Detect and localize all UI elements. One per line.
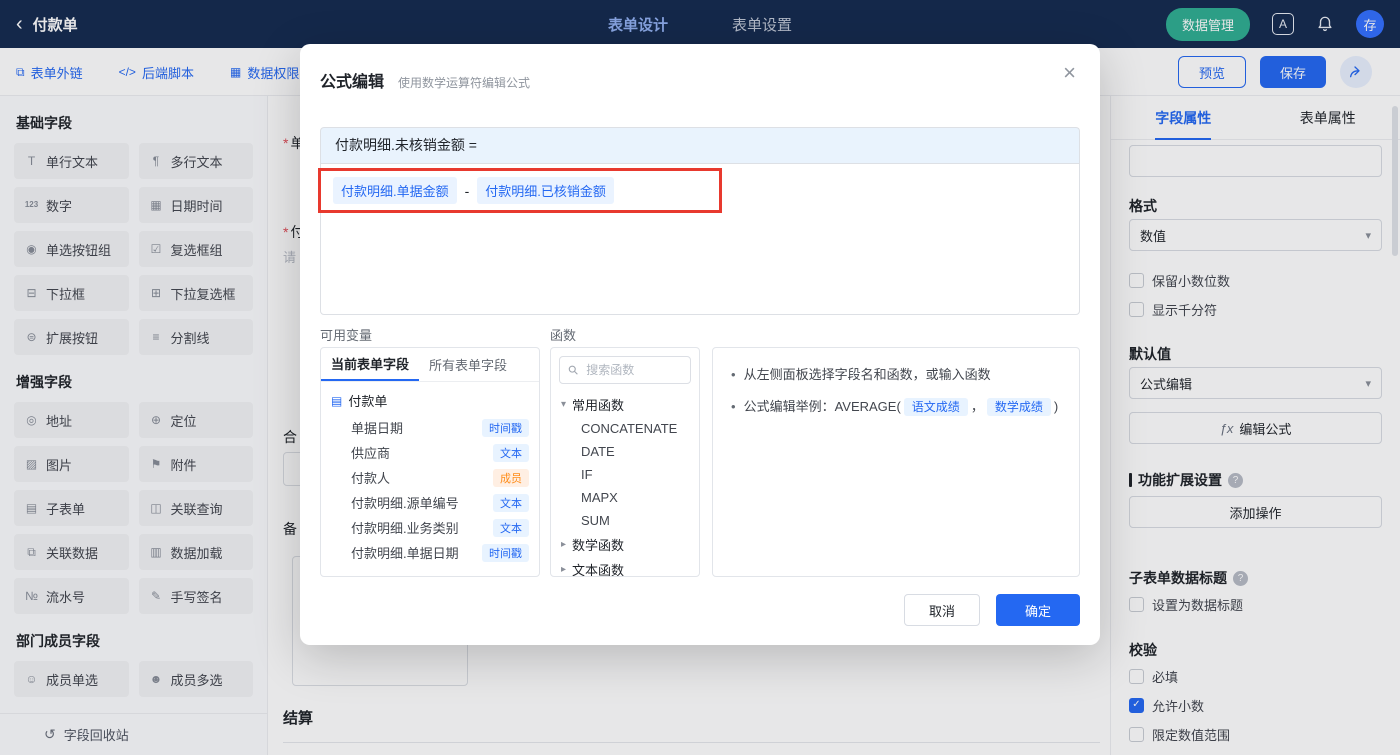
variable-row[interactable]: 单据日期 时间戳 bbox=[321, 415, 539, 440]
function-item[interactable]: MAPX bbox=[551, 486, 699, 509]
variable-row[interactable]: 付款明细.业务类别 文本 bbox=[321, 515, 539, 540]
cancel-button[interactable]: 取消 bbox=[904, 594, 980, 626]
formula-target: 付款明细.未核销金额 = bbox=[320, 127, 1080, 163]
variable-name: 供应商 bbox=[351, 446, 391, 461]
variable-name: 付款人 bbox=[351, 471, 391, 486]
variable-row[interactable]: 付款明细.源单编号 文本 bbox=[321, 490, 539, 515]
bullet-icon: • bbox=[731, 399, 736, 414]
chevron-right-icon: ▸ bbox=[561, 564, 567, 575]
function-group-header[interactable]: ▸ 文本函数 bbox=[551, 557, 699, 577]
variable-type-tag: 时间戳 bbox=[482, 543, 529, 562]
search-input[interactable] bbox=[584, 362, 682, 378]
help-line-1: • 从左侧面板选择字段名和函数，或输入函数 bbox=[731, 367, 991, 382]
form-designer-app: ‹ 付款单 表单设计 表单设置 数据管理 A 存 ⧉ 表单外链 </> 后端脚本 bbox=[0, 0, 1400, 755]
variable-type-tag: 时间戳 bbox=[482, 418, 529, 437]
formula-edit-modal: 公式编辑 使用数学运算符编辑公式 × 付款明细.未核销金额 = 付款明细.单据金… bbox=[300, 44, 1100, 645]
formula-expression: 付款明细.单据金额 - 付款明细.已核销金额 bbox=[333, 177, 614, 204]
search-icon bbox=[568, 365, 578, 375]
example-field-chip: 数学成绩 bbox=[986, 398, 1051, 416]
variables-tabs: 当前表单字段 所有表单字段 bbox=[321, 348, 539, 382]
variable-type-tag: 文本 bbox=[493, 518, 529, 537]
tab-current-form-fields[interactable]: 当前表单字段 bbox=[321, 348, 420, 381]
function-item[interactable]: SUM bbox=[551, 509, 699, 532]
variable-type-tag: 成员 bbox=[493, 468, 529, 487]
example-field-chip: 语文成绩 bbox=[903, 398, 968, 416]
bullet-icon: • bbox=[731, 367, 736, 382]
variable-name: 付款明细.业务类别 bbox=[351, 521, 459, 536]
modal-subtitle: 使用数学运算符编辑公式 bbox=[398, 76, 531, 90]
chevron-down-icon: ▾ bbox=[561, 399, 567, 410]
functions-label: 函数 bbox=[550, 328, 577, 343]
operator: - bbox=[464, 182, 470, 199]
function-item[interactable]: CONCATENATE bbox=[551, 417, 699, 440]
variable-type-tag: 文本 bbox=[493, 493, 529, 512]
function-group-name: 数学函数 bbox=[572, 538, 625, 553]
function-item[interactable]: DATE bbox=[551, 440, 699, 463]
modal-title: 公式编辑 bbox=[320, 74, 385, 91]
formula-help-panel: • 从左侧面板选择字段名和函数，或输入函数 • 公式编辑举例：AVERAGE(语文成… bbox=[712, 347, 1080, 577]
field-chip[interactable]: 付款明细.单据金额 bbox=[333, 177, 457, 204]
function-group-header[interactable]: ▾ 常用函数 bbox=[551, 392, 699, 417]
close-icon[interactable]: × bbox=[1063, 62, 1076, 84]
function-item[interactable]: IF bbox=[551, 463, 699, 486]
help-line-2: • 公式编辑举例：AVERAGE(语文成绩，数学成绩) bbox=[731, 398, 1059, 416]
variable-name: 单据日期 bbox=[351, 421, 404, 436]
chevron-right-icon: ▸ bbox=[561, 539, 567, 550]
function-groups: ▾ 常用函数 CONCATENATE DATE IF MAPX SUM ▸ 数学函数 ▸ 文本函数 bbox=[551, 392, 699, 577]
function-group-name: 常用函数 bbox=[572, 398, 625, 413]
variable-type-tag: 文本 bbox=[493, 443, 529, 462]
form-doc-icon: ▤ bbox=[331, 393, 343, 408]
form-root-label: 付款单 bbox=[348, 394, 388, 409]
function-search[interactable] bbox=[559, 356, 691, 384]
variables-panel: 当前表单字段 所有表单字段 ▤ 付款单 单据日期 时间戳 供应商 文本 付款人 成员 付款明… bbox=[320, 347, 540, 577]
form-root-node[interactable]: ▤ 付款单 bbox=[321, 382, 539, 415]
variable-rows: 单据日期 时间戳 供应商 文本 付款人 成员 付款明细.源单编号 文本 付款明细.业务类别 文本付… bbox=[321, 415, 539, 565]
function-group-header[interactable]: ▸ 数学函数 bbox=[551, 532, 699, 557]
field-chip[interactable]: 付款明细.已核销金额 bbox=[477, 177, 614, 204]
variables-label: 可用变量 bbox=[320, 328, 373, 343]
modal-header: 公式编辑 使用数学运算符编辑公式 bbox=[320, 68, 530, 92]
confirm-button[interactable]: 确定 bbox=[996, 594, 1080, 626]
variable-row[interactable]: 付款明细.单据日期 时间戳 bbox=[321, 540, 539, 565]
tab-all-form-fields[interactable]: 所有表单字段 bbox=[419, 348, 517, 381]
variable-row[interactable]: 付款人 成员 bbox=[321, 465, 539, 490]
variable-name: 付款明细.单据日期 bbox=[351, 546, 459, 561]
variable-name: 付款明细.源单编号 bbox=[351, 496, 459, 511]
function-group-name: 文本函数 bbox=[572, 563, 625, 577]
functions-panel: ▾ 常用函数 CONCATENATEDATEIFMAPXSUM ▸ 数学函数 ▸ 文本函数 bbox=[550, 347, 700, 577]
variable-row[interactable]: 供应商 文本 bbox=[321, 440, 539, 465]
formula-editor[interactable]: 付款明细.单据金额 - 付款明细.已核销金额 bbox=[318, 163, 1080, 315]
